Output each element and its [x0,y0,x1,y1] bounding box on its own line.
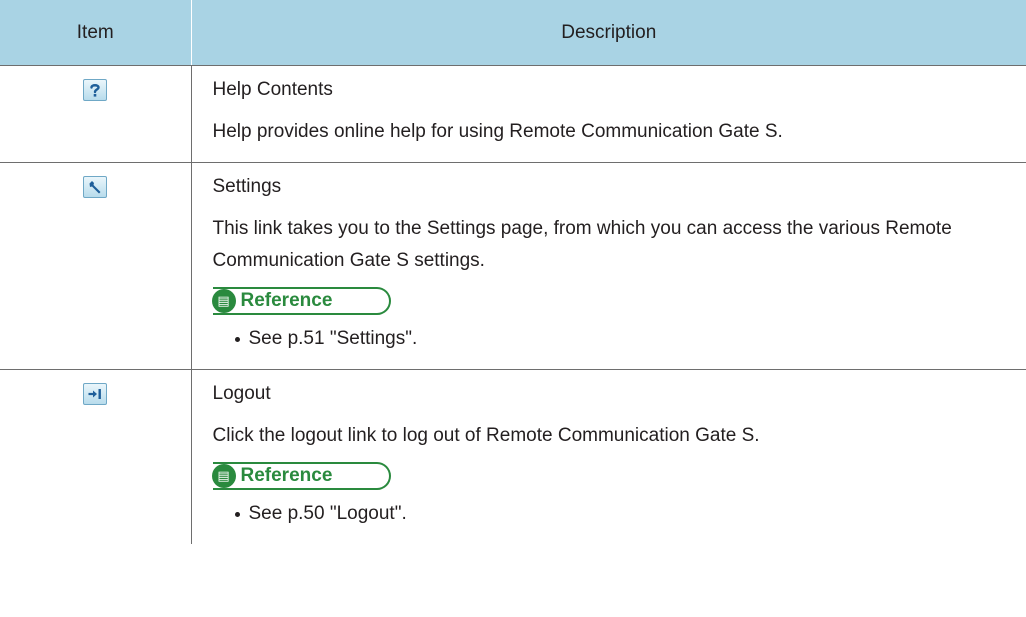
item-description: This link takes you to the Settings page… [212,218,952,271]
reference-item: See p.50 "Logout". [234,498,1009,530]
item-name: Help Contents [212,79,333,100]
description-cell: Settings This link takes you to the Sett… [191,162,1026,370]
table-row: Help Contents Help provides online help … [0,65,1026,163]
item-name: Logout [212,383,271,404]
reference-list: See p.50 "Logout". [213,498,1009,530]
column-header-description: Description [191,0,1026,66]
reference-icon: ▤ [211,289,236,313]
description-cell: Help Contents Help provides online help … [191,65,1026,163]
reference-icon: ▤ [211,464,236,488]
item-cell [0,65,192,163]
item-name: Settings [212,176,282,197]
reference-item: See p.51 "Settings". [234,323,1009,355]
help-icon [83,79,108,101]
reference-list: See p.51 "Settings". [213,323,1009,355]
column-header-item: Item [0,0,192,66]
table-row: Settings This link takes you to the Sett… [0,162,1026,370]
item-cell [0,162,192,370]
reference-label: Reference [240,465,333,486]
item-description-table: Item Description Help Contents Help prov… [0,0,1026,544]
description-cell: Logout Click the logout link to log out … [191,370,1026,545]
item-description: Help provides online help for using Remo… [212,121,783,142]
reference-heading: ▤ Reference [211,462,391,490]
table-header-row: Item Description [0,0,1026,66]
item-description: Click the logout link to log out of Remo… [212,425,760,446]
reference-heading: ▤ Reference [211,287,391,315]
wrench-icon [83,176,108,198]
table-row: Logout Click the logout link to log out … [0,369,1026,545]
logout-icon [83,383,108,405]
reference-label: Reference [240,290,333,311]
item-cell [0,369,192,544]
